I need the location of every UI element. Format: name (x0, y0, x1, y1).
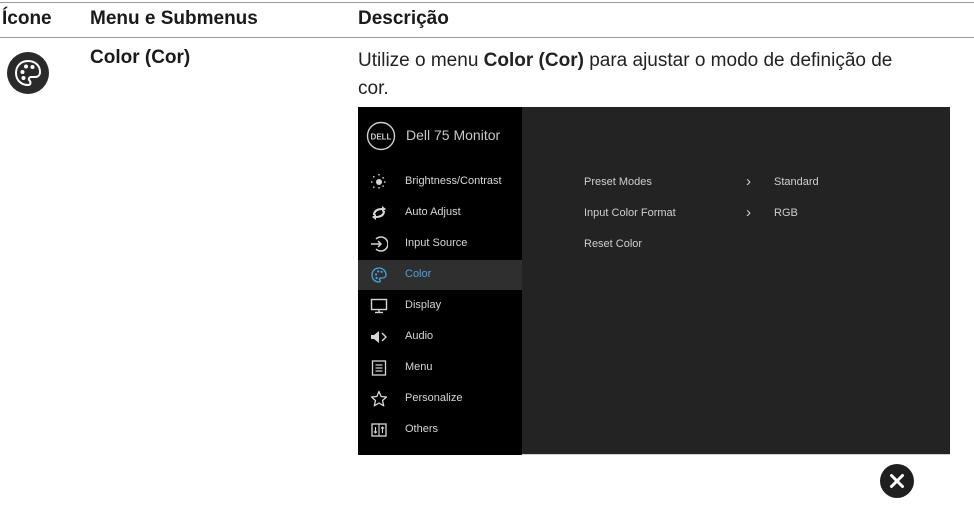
nav-item-brightness-contrast[interactable]: Brightness/Contrast (358, 167, 522, 197)
svg-text:DELL: DELL (371, 133, 392, 142)
menu-name-color: Color (Cor) (90, 47, 191, 68)
nav-label: Display (405, 299, 442, 311)
audio-icon (371, 331, 387, 343)
nav-item-audio[interactable]: Audio (358, 322, 522, 352)
nav-label: Auto Adjust (405, 206, 461, 218)
osd-screenshot: DELL Dell 75 Monitor Brightness/Contrast… (358, 107, 950, 455)
description-text: Utilize o menu Color (Cor) para ajustar … (358, 50, 893, 99)
nav-item-personalize[interactable]: Personalize (358, 384, 522, 414)
others-icon (371, 423, 387, 437)
option-label: Input Color Format (584, 207, 676, 219)
nav-item-input-source[interactable]: Input Source (358, 229, 522, 259)
close-button[interactable] (880, 464, 914, 498)
nav-item-display[interactable]: Display (358, 291, 522, 321)
nav-label: Brightness/Contrast (405, 175, 502, 187)
option-value: Standard (774, 176, 819, 188)
osd-options-panel: Preset Modes › Standard Input Color Form… (522, 107, 950, 455)
chevron-right-icon: › (746, 173, 751, 190)
nav-label: Input Source (405, 237, 468, 249)
option-label: Reset Color (584, 238, 643, 250)
option-preset-modes[interactable]: Preset Modes › Standard (584, 173, 924, 196)
nav-item-menu[interactable]: Menu (358, 353, 522, 383)
close-icon (890, 474, 904, 488)
nav-label: Menu (405, 361, 433, 373)
option-label: Preset Modes (584, 176, 652, 188)
nav-label: Others (405, 423, 439, 435)
header-description: Descrição (358, 8, 449, 29)
osd-title: Dell 75 Monitor (406, 127, 501, 143)
star-icon (370, 390, 388, 407)
color-icon (371, 267, 387, 283)
nav-label: Color (405, 268, 432, 280)
menu-icon (371, 360, 387, 376)
nav-label: Personalize (405, 392, 463, 404)
nav-item-color[interactable]: Color (358, 260, 522, 290)
display-icon (370, 298, 388, 314)
option-reset-color[interactable]: Reset Color (584, 238, 924, 258)
auto-adjust-icon (372, 206, 386, 220)
header-menu: Menu e Submenus (90, 8, 258, 29)
brightness-icon (371, 174, 387, 190)
nav-item-others[interactable]: Others (358, 415, 522, 445)
option-input-color-format[interactable]: Input Color Format › RGB (584, 204, 924, 227)
nav-item-auto-adjust[interactable]: Auto Adjust (358, 198, 522, 228)
header-rule (0, 37, 974, 38)
osd-sidebar: DELL Dell 75 Monitor Brightness/Contrast… (358, 107, 522, 455)
header-icon: Ícone (2, 8, 52, 29)
color-palette-icon (7, 52, 49, 94)
dell-logo-icon: DELL (366, 121, 396, 151)
nav-label: Audio (405, 330, 434, 342)
chevron-right-icon: › (746, 204, 751, 221)
input-source-icon (371, 236, 388, 252)
top-rule (0, 2, 974, 3)
option-value: RGB (774, 207, 798, 219)
